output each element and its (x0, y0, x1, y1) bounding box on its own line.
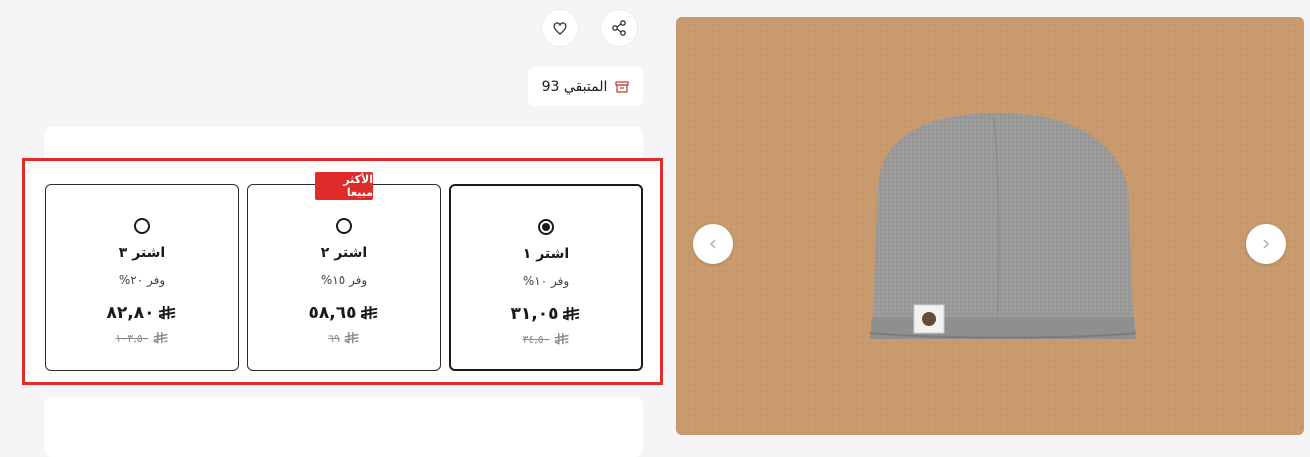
gallery-prev-button[interactable] (693, 224, 733, 264)
stock-indicator: المتبقي 93 (528, 67, 643, 106)
option-saving: وفر ١٠% (522, 274, 570, 288)
riyal-icon (554, 333, 569, 345)
riyal-icon (153, 332, 168, 344)
share-icon (612, 20, 626, 36)
option-price: ٥٨,٦٥ (248, 303, 440, 323)
radio-unselected-icon[interactable] (336, 218, 352, 234)
page-root: المتبقي 93 اشتر ١ وفر ١٠% ٣١,٠٥ ٣٤,٥٠ اش… (0, 0, 1310, 457)
option-title: اشتر ١ (522, 246, 570, 262)
best-seller-badge: الأكثر مبيعا (315, 172, 373, 200)
chevron-right-icon (1263, 239, 1270, 249)
product-image-gallery[interactable] (676, 17, 1304, 435)
product-image (676, 17, 1304, 435)
radio-unselected-icon[interactable] (134, 218, 150, 234)
option-saving: وفر ٢٠% (118, 273, 166, 287)
favorite-button[interactable] (541, 9, 579, 47)
riyal-icon (563, 306, 580, 321)
option-price: ٣١,٠٥ (451, 304, 641, 324)
share-button[interactable] (600, 9, 638, 47)
option-price: ٨٢,٨٠ (46, 303, 238, 323)
riyal-icon (344, 332, 359, 344)
bundle-option-1[interactable]: اشتر ١ وفر ١٠% ٣١,٠٥ ٣٤,٥٠ (449, 184, 643, 371)
option-title: اشتر ٣ (118, 245, 166, 261)
option-old-price: ٣٤,٥٠ (451, 332, 641, 347)
riyal-icon (159, 305, 176, 320)
archive-box-icon (615, 80, 629, 93)
option-title: اشتر ٢ (320, 245, 368, 261)
heart-icon (553, 22, 567, 35)
option-old-price: ٦٩ (248, 331, 440, 346)
radio-selected-icon[interactable] (538, 219, 554, 235)
stock-label: المتبقي 93 (541, 78, 608, 95)
bundle-option-3[interactable]: اشتر ٣ وفر ٢٠% ٨٢,٨٠ ١٠٣,٥٠ (45, 184, 239, 371)
bundle-option-2[interactable]: اشتر ٢ وفر ١٥% ٥٨,٦٥ ٦٩ (247, 184, 441, 371)
option-old-price: ١٠٣,٥٠ (46, 331, 238, 346)
riyal-icon (361, 305, 378, 320)
bundle-options: اشتر ١ وفر ١٠% ٣١,٠٥ ٣٤,٥٠ اشتر ٢ وفر ١٥… (45, 184, 643, 371)
option-saving: وفر ١٥% (320, 273, 368, 287)
chevron-left-icon (709, 239, 716, 249)
next-panel (44, 397, 643, 457)
gallery-next-button[interactable] (1246, 224, 1286, 264)
